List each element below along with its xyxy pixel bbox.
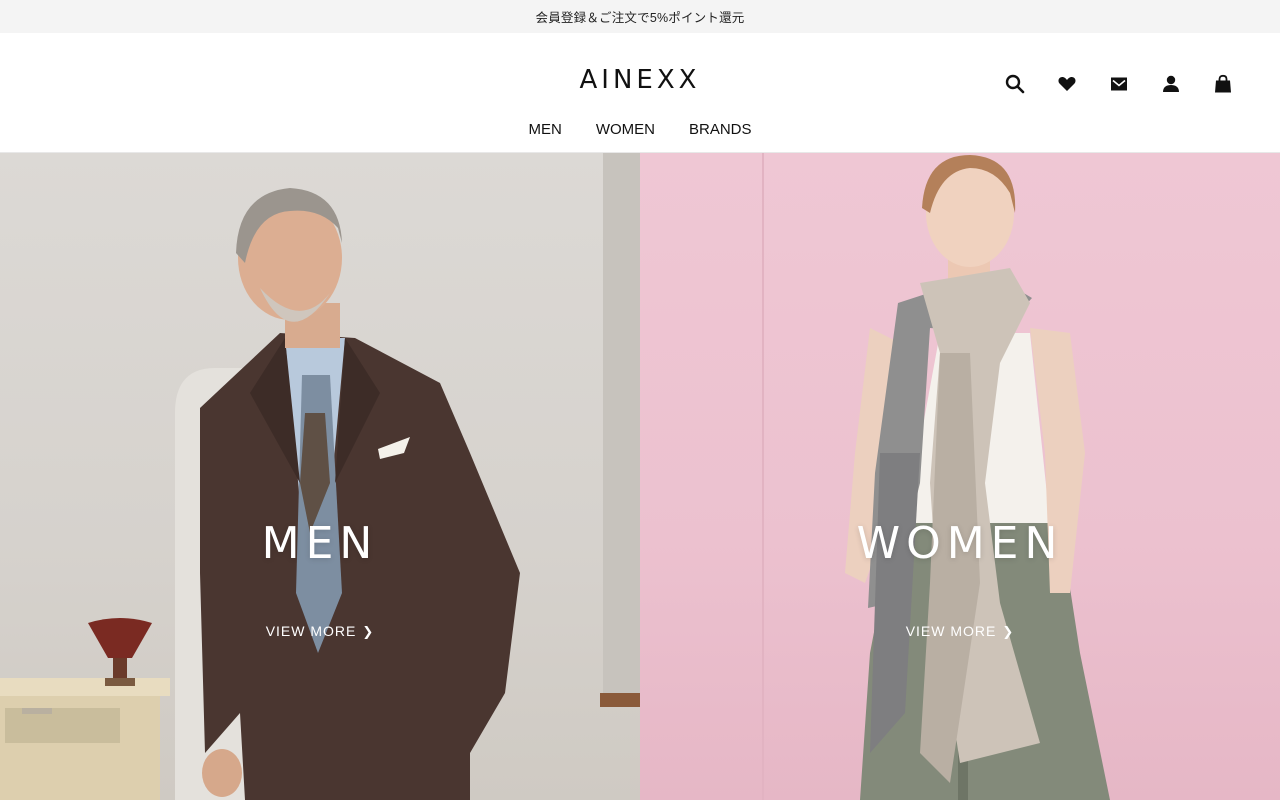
men-view-more-label: VIEW MORE: [265, 623, 357, 639]
nav-item-men[interactable]: MEN: [528, 121, 561, 138]
hero-panel-women[interactable]: WOMEN VIEW MORE ❯: [640, 153, 1280, 800]
chevron-right-icon: ❯: [1002, 624, 1015, 639]
women-view-more-link[interactable]: VIEW MORE ❯: [640, 623, 1280, 640]
hero-section: MEN VIEW MORE ❯ WOMEN VIEW MORE ❯: [0, 153, 1280, 800]
main-nav: MEN WOMEN BRANDS: [0, 121, 1280, 138]
men-view-more-link[interactable]: VIEW MORE ❯: [0, 623, 640, 640]
user-icon[interactable]: [1158, 71, 1184, 97]
nav-item-women[interactable]: WOMEN: [596, 121, 655, 138]
mail-icon[interactable]: [1106, 71, 1132, 97]
nav-item-brands[interactable]: BRANDS: [689, 121, 752, 138]
header-icons: [1002, 71, 1236, 97]
bag-icon[interactable]: [1210, 71, 1236, 97]
site-header: AINEXX MEN WOMEN BRANDS: [0, 33, 1280, 153]
heart-icon[interactable]: [1054, 71, 1080, 97]
men-title: MEN: [261, 518, 379, 569]
women-title: WOMEN: [856, 518, 1064, 569]
search-icon[interactable]: [1002, 71, 1028, 97]
chevron-right-icon: ❯: [362, 624, 375, 639]
women-view-more-label: VIEW MORE: [905, 623, 997, 639]
hero-panel-men[interactable]: MEN VIEW MORE ❯: [0, 153, 640, 800]
promo-text: 会員登録＆ご注文で5%ポイント還元: [535, 11, 745, 25]
promo-bar: 会員登録＆ご注文で5%ポイント還元: [0, 0, 1280, 33]
